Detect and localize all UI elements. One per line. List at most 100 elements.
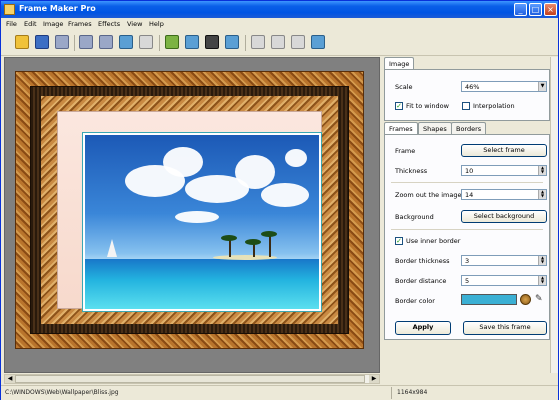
zoom-out-value: 14 bbox=[465, 191, 474, 199]
maximize-button[interactable]: □ bbox=[529, 3, 542, 16]
select-background-button[interactable]: Select background bbox=[461, 210, 547, 223]
spinner-icon[interactable]: ▲ ▼ bbox=[538, 190, 546, 199]
application-window: Frame Maker Pro _ □ × File Edit Image Fr… bbox=[0, 0, 559, 400]
scale-label: Scale bbox=[395, 83, 413, 91]
palm-leaves bbox=[245, 239, 261, 245]
status-divider bbox=[391, 387, 392, 399]
scroll-right-icon[interactable]: ▶ bbox=[369, 375, 379, 383]
scale-value: 46% bbox=[465, 83, 480, 91]
preview-canvas[interactable] bbox=[4, 57, 380, 373]
palm-leaves bbox=[221, 235, 237, 241]
menu-view[interactable]: View bbox=[127, 20, 142, 28]
fit-to-window-checkbox[interactable]: ✓ bbox=[395, 102, 403, 110]
save-frame-button[interactable]: Save this frame bbox=[463, 321, 547, 335]
border-color-swatch[interactable] bbox=[461, 294, 517, 305]
ornate-frame-middle bbox=[30, 86, 349, 334]
toolbar bbox=[1, 30, 558, 56]
select-frame-button[interactable]: Select frame bbox=[461, 144, 547, 157]
zoom-out-input[interactable]: 14 ▲ ▼ bbox=[461, 189, 547, 200]
effects-icon[interactable] bbox=[311, 35, 325, 49]
toolbar-separator bbox=[159, 35, 160, 51]
fit-to-window-label: Fit to window bbox=[406, 102, 449, 110]
rotate-icon[interactable] bbox=[225, 35, 239, 49]
vertical-scrollbar[interactable] bbox=[550, 57, 558, 373]
status-bar: C:\WINDOWS\Web\Wallpaper\Bliss.jpg 1164x… bbox=[1, 385, 558, 400]
palette-icon[interactable] bbox=[520, 294, 531, 305]
close-button[interactable]: × bbox=[544, 3, 557, 16]
menu-frames[interactable]: Frames bbox=[68, 20, 92, 28]
use-inner-border-label: Use inner border bbox=[406, 237, 461, 245]
print-icon[interactable] bbox=[55, 35, 69, 49]
spinner-icon[interactable]: ▲ ▼ bbox=[538, 166, 546, 175]
sailboat bbox=[107, 239, 117, 257]
tab-shapes[interactable]: Shapes bbox=[418, 122, 452, 134]
frame-background-mat bbox=[57, 111, 322, 312]
sea bbox=[85, 259, 319, 309]
camera-icon[interactable] bbox=[205, 35, 219, 49]
status-file-path: C:\WINDOWS\Web\Wallpaper\Bliss.jpg bbox=[5, 389, 119, 396]
menu-effects[interactable]: Effects bbox=[98, 20, 120, 28]
copy-icon[interactable] bbox=[119, 35, 133, 49]
scale-select[interactable]: 46% ▼ bbox=[461, 81, 547, 92]
settings-panel: Image Scale 46% ▼ ✓ Fit to window Interp… bbox=[382, 57, 558, 384]
thickness-input[interactable]: 10 ▲ ▼ bbox=[461, 165, 547, 176]
eyedropper-icon[interactable]: ✎ bbox=[535, 294, 545, 305]
menu-bar: File Edit Image Frames Effects View Help bbox=[1, 18, 558, 30]
cloud bbox=[175, 211, 219, 223]
border-distance-label: Border distance bbox=[395, 277, 447, 285]
frame-icon[interactable] bbox=[165, 35, 179, 49]
frames-group: Frame Select frame Thickness 10 ▲ ▼ Zoom … bbox=[384, 134, 550, 340]
interpolation-label: Interpolation bbox=[473, 102, 515, 110]
spinner-icon[interactable]: ▲ ▼ bbox=[538, 276, 546, 285]
status-image-size: 1164x984 bbox=[397, 389, 428, 396]
thickness-value: 10 bbox=[465, 167, 474, 175]
tab-frames[interactable]: Frames bbox=[384, 122, 418, 134]
text-icon[interactable] bbox=[291, 35, 305, 49]
menu-image[interactable]: Image bbox=[43, 20, 63, 28]
tab-borders[interactable]: Borders bbox=[451, 122, 487, 134]
palm-tree bbox=[269, 235, 271, 257]
menu-help[interactable]: Help bbox=[149, 20, 164, 28]
border-thickness-value: 3 bbox=[465, 257, 470, 265]
spinner-icon[interactable]: ▲ ▼ bbox=[538, 256, 546, 265]
border-thickness-label: Border thickness bbox=[395, 257, 450, 265]
scroll-thumb[interactable] bbox=[15, 375, 365, 383]
island bbox=[213, 255, 277, 260]
palm-tree bbox=[253, 243, 255, 257]
open-icon[interactable] bbox=[15, 35, 29, 49]
menu-edit[interactable]: Edit bbox=[24, 20, 37, 28]
chevron-down-icon[interactable]: ▼ bbox=[538, 82, 546, 91]
background-label: Background bbox=[395, 213, 434, 221]
palm-tree bbox=[229, 239, 231, 257]
framed-photo bbox=[85, 135, 319, 309]
interpolation-checkbox[interactable] bbox=[462, 102, 470, 110]
toolbar-separator bbox=[74, 35, 75, 51]
divider bbox=[391, 229, 543, 230]
save-icon[interactable] bbox=[35, 35, 49, 49]
toolbar-separator bbox=[245, 35, 246, 51]
image-icon[interactable] bbox=[185, 35, 199, 49]
frame-label: Frame bbox=[395, 147, 416, 155]
scroll-left-icon[interactable]: ◀ bbox=[5, 375, 15, 383]
apply-button[interactable]: Apply bbox=[395, 321, 451, 335]
minimize-button[interactable]: _ bbox=[514, 3, 527, 16]
palm-leaves bbox=[261, 231, 277, 237]
paste-icon[interactable] bbox=[139, 35, 153, 49]
use-inner-border-checkbox[interactable]: ✓ bbox=[395, 237, 403, 245]
title-bar[interactable]: Frame Maker Pro _ □ × bbox=[1, 1, 558, 18]
redo-icon[interactable] bbox=[99, 35, 113, 49]
undo-icon[interactable] bbox=[79, 35, 93, 49]
image-group: Scale 46% ▼ ✓ Fit to window Interpolatio… bbox=[384, 69, 550, 121]
border-thickness-input[interactable]: 3 ▲ ▼ bbox=[461, 255, 547, 266]
crop-icon[interactable] bbox=[251, 35, 265, 49]
border-distance-input[interactable]: 5 ▲ ▼ bbox=[461, 275, 547, 286]
zoom-out-label: Zoom out the image bbox=[395, 191, 462, 199]
horizontal-scrollbar[interactable]: ◀ ▶ bbox=[4, 374, 380, 384]
cloud bbox=[261, 183, 309, 207]
thickness-label: Thickness bbox=[395, 167, 428, 175]
resize-icon[interactable] bbox=[271, 35, 285, 49]
tab-image[interactable]: Image bbox=[384, 57, 415, 69]
window-title: Frame Maker Pro bbox=[19, 4, 96, 13]
menu-file[interactable]: File bbox=[6, 20, 17, 28]
cloud bbox=[235, 155, 275, 189]
